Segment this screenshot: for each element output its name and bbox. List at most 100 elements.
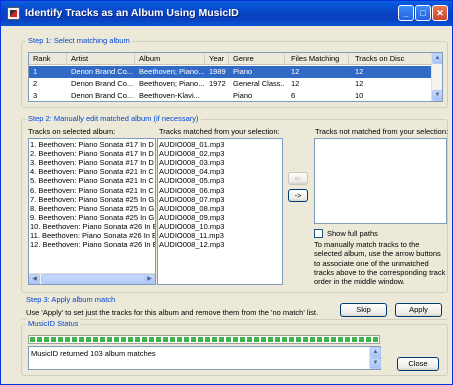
album-cell-files: 12 xyxy=(291,67,300,76)
scroll-up-button[interactable]: ▲ xyxy=(432,53,442,64)
status-message: MusicID returned 103 album matches xyxy=(31,349,156,358)
close-icon: ✕ xyxy=(436,8,444,18)
album-cell-album: Beethoven-Klavi... xyxy=(139,91,200,100)
move-right-button[interactable]: -> xyxy=(288,189,308,202)
col-files-matching[interactable]: Files Matching xyxy=(285,53,349,65)
scroll-left-button[interactable]: ◀ xyxy=(29,274,40,284)
album-row[interactable]: 2 Denon Brand Co... Beethoven; Piano... 197… xyxy=(29,78,433,90)
album-cell-album: Beethoven; Piano... xyxy=(139,79,205,88)
album-cell-year: 1972 xyxy=(209,79,226,88)
apply-button[interactable]: Apply xyxy=(395,303,442,317)
status-scrollbar[interactable]: ▲ ▼ xyxy=(369,347,381,369)
scroll-thumb[interactable] xyxy=(41,274,155,284)
album-track-item[interactable]: 6. Beethoven: Piano Sonata #21 In C xyxy=(30,186,154,195)
app-icon xyxy=(7,7,20,20)
minimize-icon: _ xyxy=(403,8,409,18)
matched-file-item[interactable]: AUDIO008_01.mp3 xyxy=(159,140,224,149)
scroll-right-button[interactable]: ▶ xyxy=(144,274,155,284)
matched-file-item[interactable]: AUDIO008_11.mp3 xyxy=(159,231,224,240)
matched-file-item[interactable]: AUDIO008_02.mp3 xyxy=(159,149,224,158)
skip-button[interactable]: Skip xyxy=(340,303,387,317)
col-tracks-on-disc[interactable]: Tracks on Disc xyxy=(349,53,433,65)
tracks-on-album-label: Tracks on selected album: xyxy=(28,127,116,136)
album-track-item[interactable]: 12. Beethoven: Piano Sonata #26 In E xyxy=(30,240,155,249)
album-track-item[interactable]: 3. Beethoven: Piano Sonata #17 In D xyxy=(30,158,154,167)
album-cell-album: Beethoven; Piano... xyxy=(139,67,205,76)
matched-file-item[interactable]: AUDIO008_10.mp3 xyxy=(159,222,224,231)
album-cell-year xyxy=(205,90,229,101)
album-cell-tracks: 10 xyxy=(355,91,364,100)
close-window-button[interactable]: ✕ xyxy=(432,5,448,21)
album-tracks-hscrollbar[interactable]: ◀ ▶ xyxy=(29,273,155,284)
step3-label: Step 3: Apply album match xyxy=(26,295,116,304)
chevron-up-icon: ▲ xyxy=(434,55,441,61)
col-rank[interactable]: Rank xyxy=(29,53,67,65)
chevron-left-icon: ◀ xyxy=(32,276,37,282)
album-track-item[interactable]: 5. Beethoven: Piano Sonata #21 In C xyxy=(30,176,154,185)
status-label: MusicID Status xyxy=(26,319,81,328)
album-cell-files: 6 xyxy=(291,91,296,100)
scroll-down-button[interactable]: ▼ xyxy=(432,90,442,101)
album-row[interactable]: 3 Denon Brand Co... Beethoven-Klavi... Pian… xyxy=(29,90,433,101)
album-track-item[interactable]: 2. Beethoven: Piano Sonata #17 In D xyxy=(30,149,154,158)
step2-label: Step 2: Manually edit matched album (if … xyxy=(26,114,201,123)
matched-file-item[interactable]: AUDIO008_04.mp3 xyxy=(159,167,224,176)
album-track-item[interactable]: 7. Beethoven: Piano Sonata #25 In G xyxy=(30,195,154,204)
tracks-not-matched-label: Tracks not matched from your selection: xyxy=(315,127,449,136)
matched-file-item[interactable]: AUDIO008_06.mp3 xyxy=(159,186,224,195)
musicid-dialog: Identify Tracks as an Album Using MusicI… xyxy=(0,0,453,385)
matched-file-item[interactable]: AUDIO008_03.mp3 xyxy=(159,158,224,167)
title-bar[interactable]: Identify Tracks as an Album Using MusicI… xyxy=(1,1,452,26)
album-cell-rank: 3 xyxy=(33,91,38,100)
matched-file-item[interactable]: AUDIO008_05.mp3 xyxy=(159,176,224,185)
album-track-item[interactable]: 8. Beethoven: Piano Sonata #25 In G xyxy=(30,204,154,213)
album-cell-artist: Denon Brand Co... xyxy=(71,79,134,88)
album-table-scrollbar[interactable]: ▲ ▼ xyxy=(431,53,442,101)
status-message-box[interactable]: MusicID returned 103 album matches ▲ ▼ xyxy=(28,346,381,370)
maximize-icon: □ xyxy=(420,8,426,18)
matched-file-item[interactable]: AUDIO008_08.mp3 xyxy=(159,204,224,213)
album-track-item[interactable]: 4. Beethoven: Piano Sonata #21 In C xyxy=(30,167,154,176)
album-cell-genre: Piano xyxy=(233,91,253,100)
matched-file-item[interactable]: AUDIO008_12.mp3 xyxy=(159,240,224,249)
col-year[interactable]: Year xyxy=(205,53,229,65)
album-track-item[interactable]: 1. Beethoven: Piano Sonata #17 In D xyxy=(30,140,154,149)
step1-label: Step 1: Select matching album xyxy=(26,36,132,45)
album-cell-files: 12 xyxy=(291,79,300,88)
album-cell-rank: 1 xyxy=(33,67,38,76)
album-cell-genre: General Class... xyxy=(233,79,285,88)
album-match-table[interactable]: Rank Artist Album Year Genre Files Match… xyxy=(28,52,443,102)
album-cell-year: 1989 xyxy=(209,67,226,76)
album-cell-tracks: 12 xyxy=(355,79,364,88)
move-left-button[interactable]: <- xyxy=(288,172,308,185)
status-scroll-up-button[interactable]: ▲ xyxy=(370,347,381,358)
album-cell-genre: Piano xyxy=(233,67,253,76)
maximize-button[interactable]: □ xyxy=(415,5,431,21)
unmatched-files-list[interactable] xyxy=(314,138,447,224)
album-cell-artist: Denon Brand Co... xyxy=(71,91,134,100)
album-track-item[interactable]: 9. Beethoven: Piano Sonata #25 In G xyxy=(30,213,154,222)
matched-file-item[interactable]: AUDIO008_07.mp3 xyxy=(159,195,224,204)
album-row[interactable]: 1 Denon Brand Co... Beethoven; Piano... 198… xyxy=(29,66,433,78)
status-scroll-down-button[interactable]: ▼ xyxy=(370,358,381,369)
manual-match-help-text: To manually match tracks to the selected… xyxy=(314,240,446,287)
album-cell-artist: Denon Brand Co... xyxy=(71,67,134,76)
album-cell-tracks: 12 xyxy=(355,67,364,76)
tracks-matched-label: Tracks matched from your selection: xyxy=(159,127,280,136)
close-button[interactable]: Close xyxy=(397,357,439,371)
chevron-down-icon: ▼ xyxy=(372,360,379,366)
album-track-item[interactable]: 10. Beethoven: Piano Sonata #26 In E xyxy=(30,222,155,231)
col-genre[interactable]: Genre xyxy=(229,53,285,65)
show-full-paths-label: Show full paths xyxy=(327,229,378,238)
matched-file-item[interactable]: AUDIO008_09.mp3 xyxy=(159,213,224,222)
album-track-item[interactable]: 11. Beethoven: Piano Sonata #26 In E xyxy=(30,231,155,240)
album-tracks-list[interactable]: 1. Beethoven: Piano Sonata #17 In D 2. Be… xyxy=(28,138,156,285)
window-title: Identify Tracks as an Album Using MusicI… xyxy=(25,7,239,19)
album-cell-rank: 2 xyxy=(33,79,38,88)
chevron-up-icon: ▲ xyxy=(372,349,379,355)
matched-files-list[interactable]: AUDIO008_01.mp3 AUDIO008_02.mp3 AUDIO008_0… xyxy=(157,138,283,285)
minimize-button[interactable]: _ xyxy=(398,5,414,21)
show-full-paths-checkbox[interactable] xyxy=(314,229,323,238)
col-album[interactable]: Album xyxy=(135,53,205,65)
col-artist[interactable]: Artist xyxy=(67,53,135,65)
